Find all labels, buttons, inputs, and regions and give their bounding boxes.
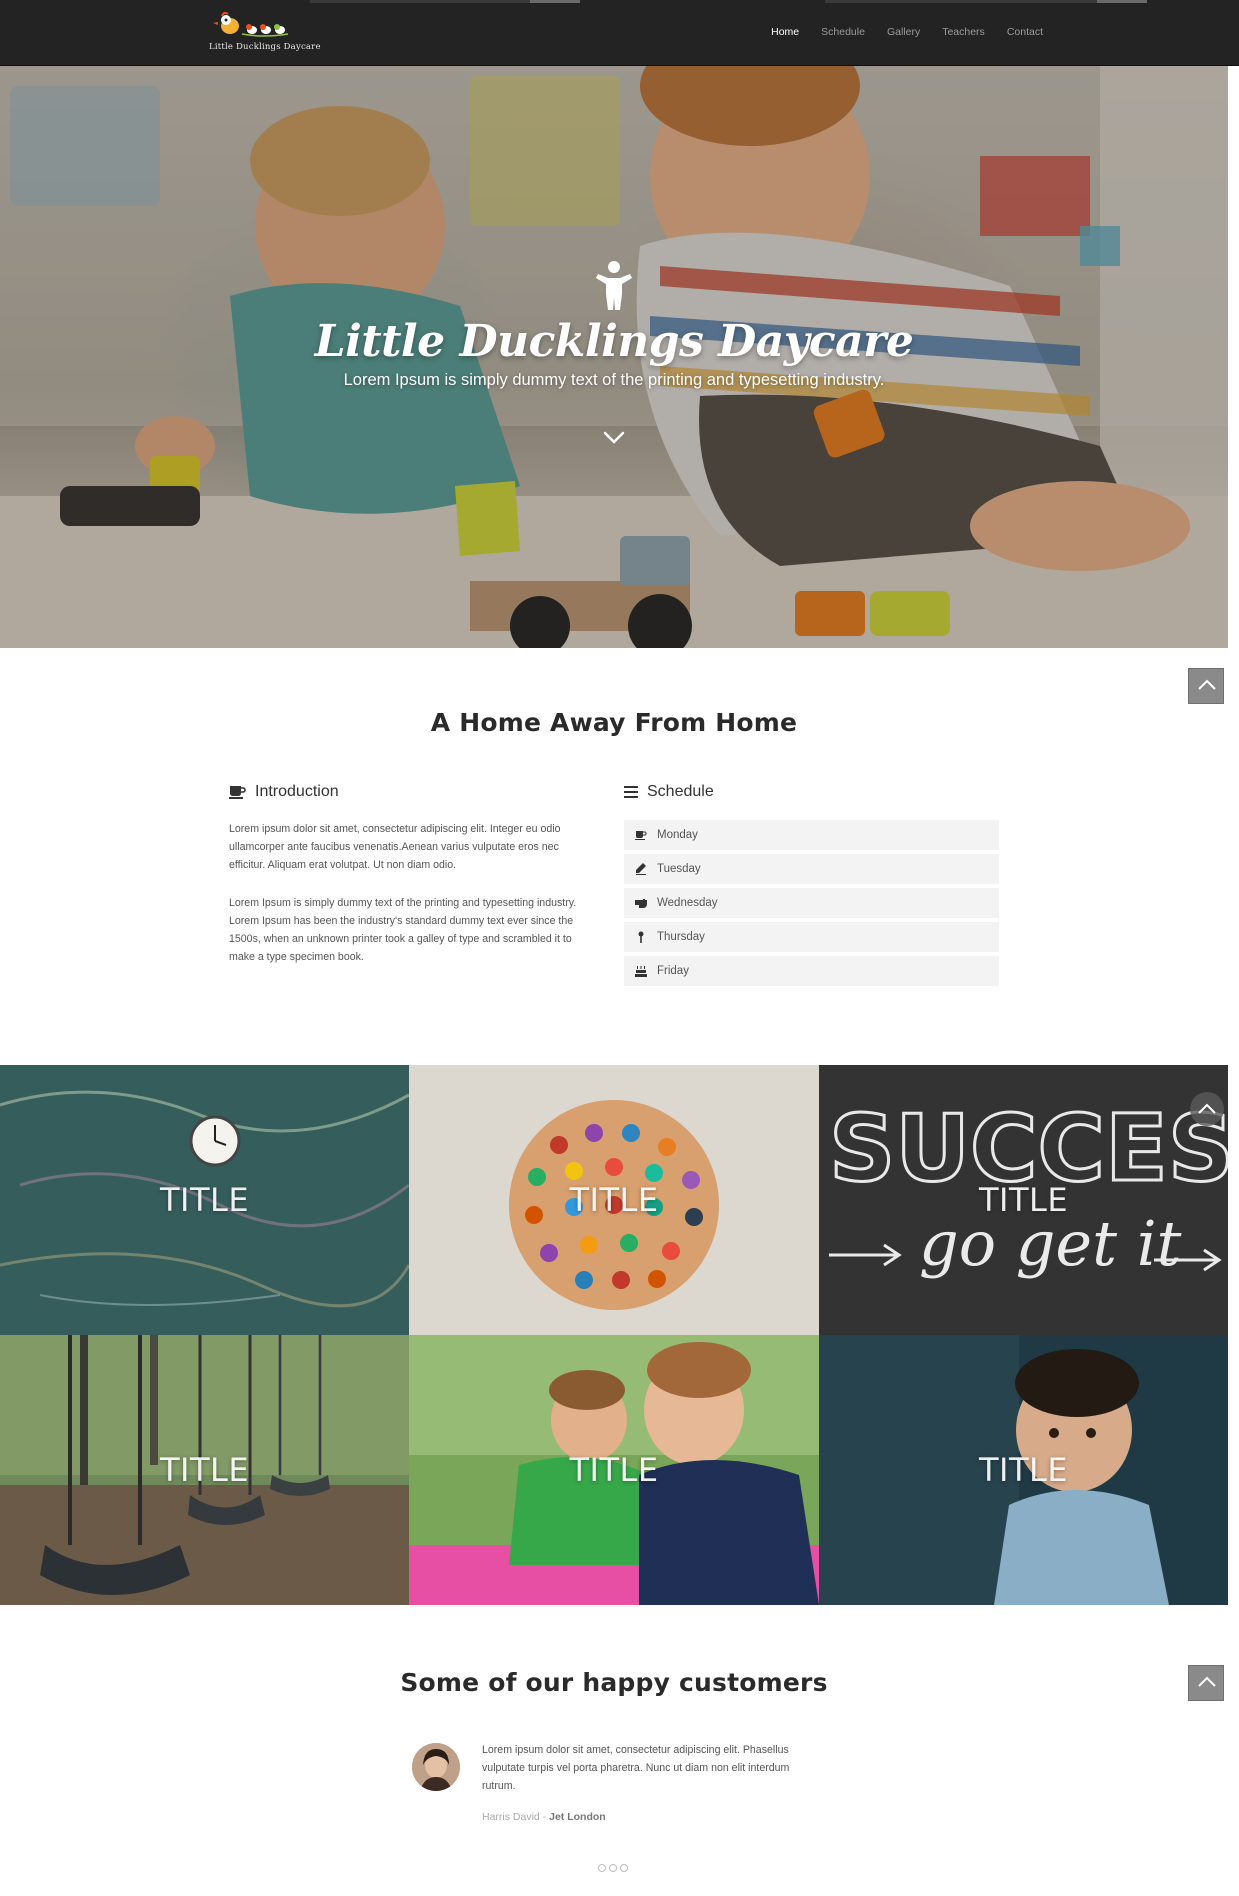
customer-avatar <box>412 1743 460 1791</box>
child-figure-icon <box>596 261 632 310</box>
gallery-tile-title: TITLE <box>569 1451 659 1489</box>
introduction-heading-label: Introduction <box>255 783 339 800</box>
hero-banner: Little Ducklings Daycare Lorem Ipsum is … <box>0 66 1228 648</box>
gallery-tile[interactable]: TITLE <box>0 1335 409 1605</box>
nav-item-schedule[interactable]: Schedule <box>821 26 865 38</box>
testimonial-author: Harris David - Jet London <box>482 1811 606 1823</box>
pagination-dot[interactable] <box>620 1864 628 1872</box>
schedule-item-thursday[interactable]: Thursday <box>624 922 999 952</box>
coffee-cup-icon <box>635 829 647 841</box>
coffee-cup-icon <box>229 786 246 799</box>
testimonial-pagination <box>598 1864 628 1872</box>
schedule-item-label: Friday <box>657 965 689 977</box>
schedule-item-friday[interactable]: Friday <box>624 956 999 986</box>
chevron-up-icon <box>1198 1676 1216 1687</box>
gallery-tile[interactable]: TITLE <box>819 1335 1228 1605</box>
testimonials-section-title: Some of our happy customers <box>400 1668 828 1697</box>
chevron-up-icon <box>1198 679 1216 690</box>
list-icon <box>624 786 638 798</box>
nav-item-gallery[interactable]: Gallery <box>887 26 920 38</box>
navbar-top-strip <box>310 0 530 3</box>
schedule-heading-label: Schedule <box>647 783 714 800</box>
navbar-top-strip <box>825 0 1130 3</box>
gallery-grid: TITLE TITLE SUCCESS go get it <box>0 1065 1228 1605</box>
introduction-paragraph: Lorem ipsum dolor sit amet, consectetur … <box>229 823 561 871</box>
nav-item-home[interactable]: Home <box>771 26 799 38</box>
gallery-tile-title: TITLE <box>569 1181 659 1219</box>
schedule-item-label: Wednesday <box>657 897 718 909</box>
navbar-top-strip <box>1097 0 1147 3</box>
pencil-icon <box>635 863 647 875</box>
about-section-title: A Home Away From Home <box>430 708 798 737</box>
pin-icon <box>635 931 647 943</box>
chevron-down-icon[interactable] <box>602 430 626 446</box>
top-navbar: Little Ducklings Daycare Home Schedule G… <box>0 0 1239 66</box>
gallery-tile-title: TITLE <box>159 1451 250 1489</box>
schedule-item-label: Monday <box>657 829 698 841</box>
navbar-top-strip <box>530 0 580 3</box>
author-name: Harris David <box>482 1811 540 1823</box>
scroll-to-top-button[interactable] <box>1188 1665 1224 1701</box>
schedule-item-tuesday[interactable]: Tuesday <box>624 854 999 884</box>
brand-logo-text: Little Ducklings Daycare <box>209 42 321 52</box>
introduction-heading: Introduction <box>229 783 339 801</box>
gallery-tile-title: TITLE <box>978 1451 1069 1489</box>
testimonial-quote: Lorem ipsum dolor sit amet, consectetur … <box>482 1744 790 1792</box>
scroll-to-top-button[interactable] <box>1188 668 1224 704</box>
gallery-tile-title: TITLE <box>159 1181 250 1219</box>
gallery-tile[interactable]: TITLE <box>409 1335 819 1605</box>
main-nav: Home Schedule Gallery Teachers Contact <box>771 26 1043 38</box>
gallery-tile[interactable]: TITLE <box>409 1065 819 1335</box>
schedule-item-wednesday[interactable]: Wednesday <box>624 888 999 918</box>
gallery-tile[interactable]: SUCCESS go get it TITLE <box>819 1065 1228 1335</box>
schedule-heading: Schedule <box>624 783 714 801</box>
pagination-dot[interactable] <box>598 1864 606 1872</box>
gallery-tile-title: TITLE <box>978 1181 1069 1219</box>
cake-icon <box>635 965 647 977</box>
hand-icon <box>635 897 647 909</box>
author-separator: - <box>539 1811 550 1823</box>
schedule-list: Monday Tuesday Wednesday Thursday Friday <box>624 820 999 990</box>
gallery-tile[interactable]: TITLE <box>0 1065 409 1335</box>
nav-item-contact[interactable]: Contact <box>1007 26 1043 38</box>
hero-subtitle: Lorem Ipsum is simply dummy text of the … <box>343 371 885 389</box>
schedule-item-monday[interactable]: Monday <box>624 820 999 850</box>
hero-title: Little Ducklings Daycare <box>314 316 914 367</box>
schedule-item-label: Tuesday <box>657 863 701 875</box>
introduction-paragraph: Lorem Ipsum is simply dummy text of the … <box>229 897 577 963</box>
schedule-item-label: Thursday <box>657 931 705 943</box>
nav-item-teachers[interactable]: Teachers <box>942 26 985 38</box>
pagination-dot[interactable] <box>609 1864 617 1872</box>
author-location: Jet London <box>549 1811 606 1823</box>
